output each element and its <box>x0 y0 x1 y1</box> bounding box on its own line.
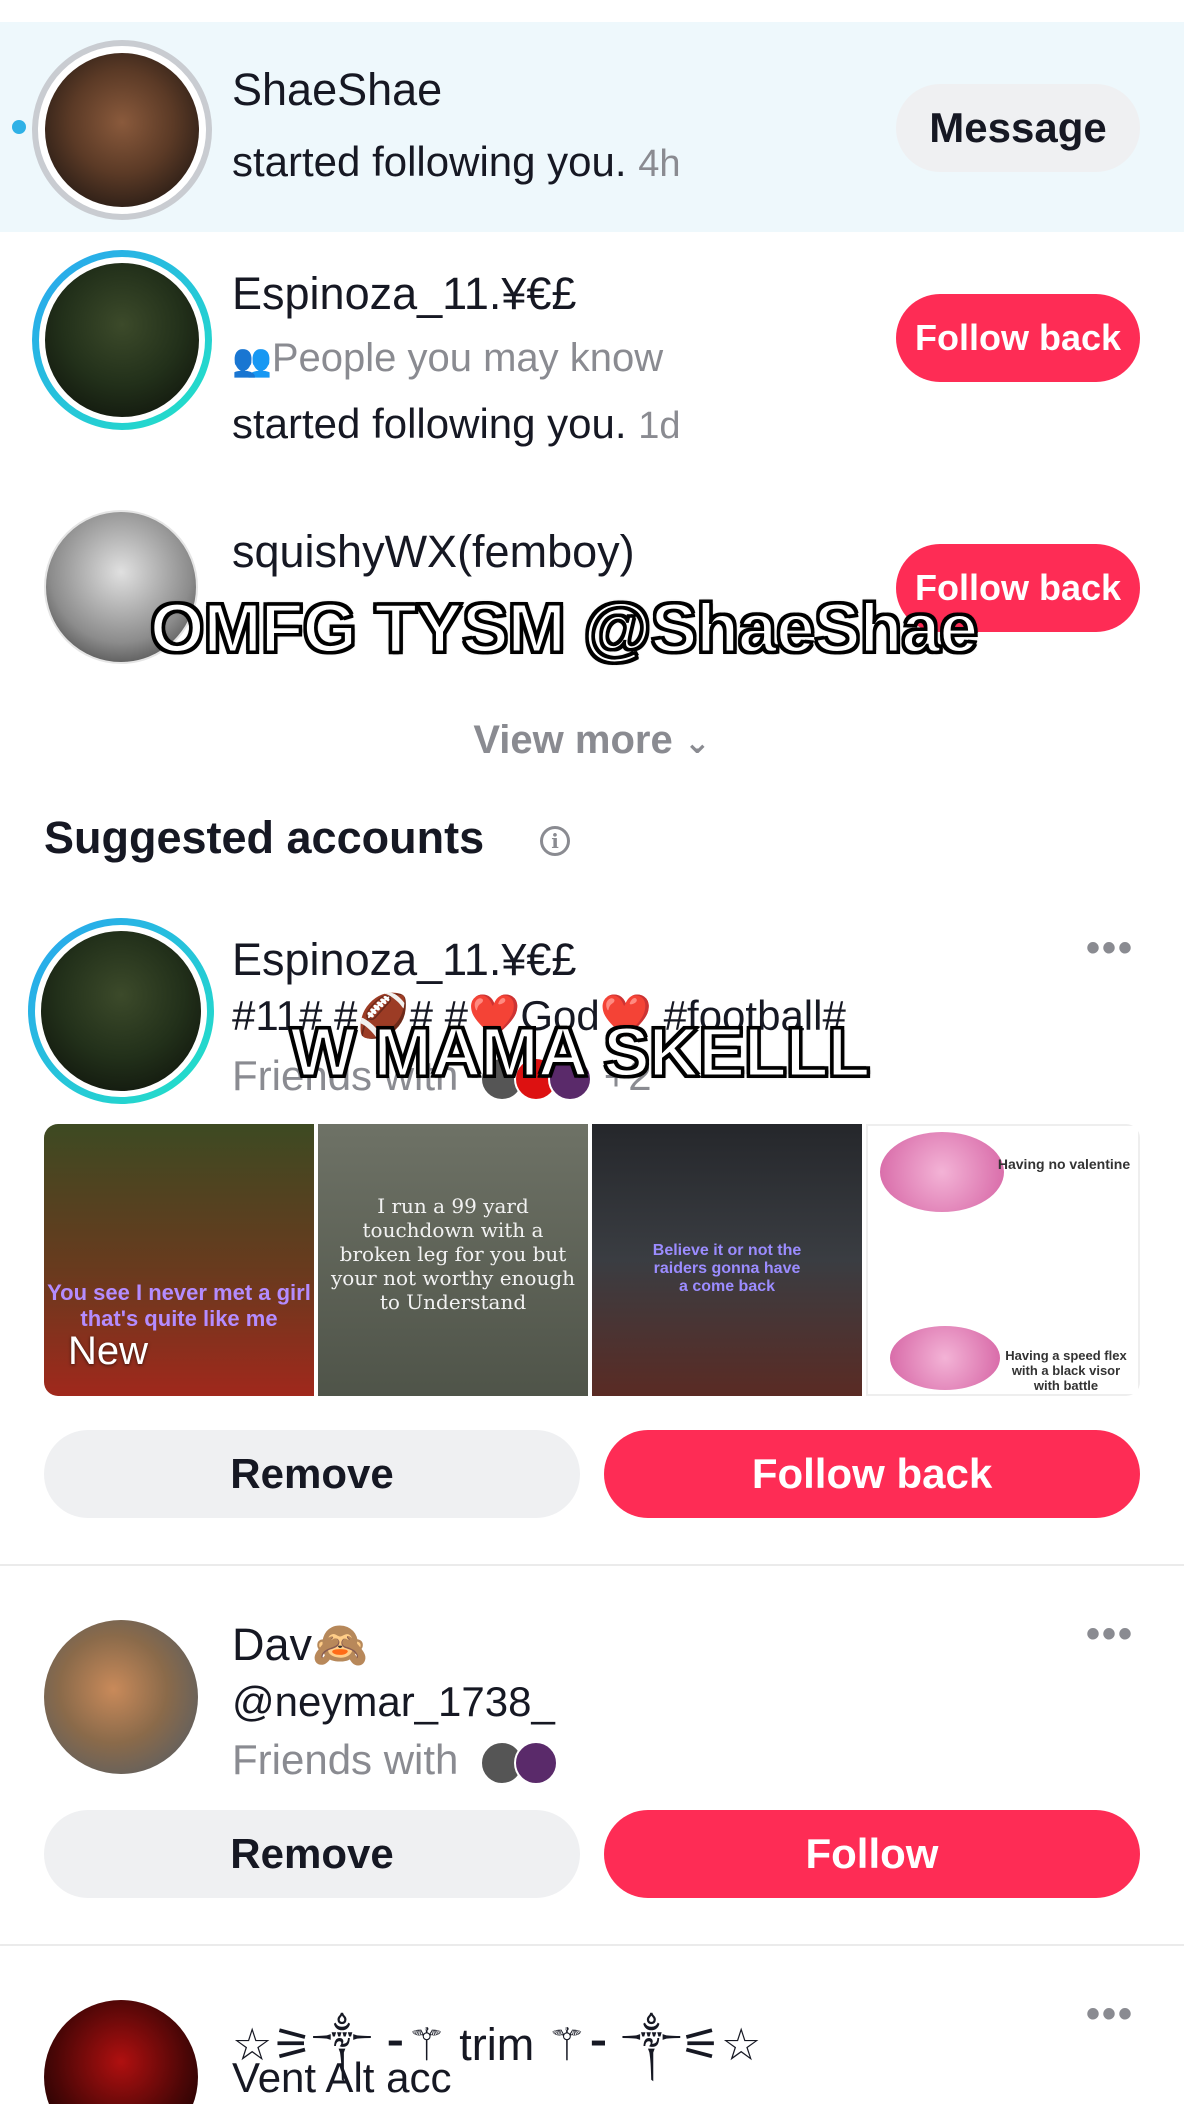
video-caption-overlay: W MAMA SKELLL <box>288 1012 871 1093</box>
meme-face-top <box>880 1132 1004 1212</box>
more-dots-icon[interactable]: ••• <box>1086 926 1134 971</box>
divider <box>0 1564 1184 1566</box>
more-dots-icon[interactable]: ••• <box>1086 1612 1134 1657</box>
thumbnail-caption: You see I never met a girl that's quite … <box>47 1280 311 1331</box>
video-thumbnail[interactable]: I run a 99 yard touchdown with a broken … <box>318 1124 588 1396</box>
chevron-down-icon: ⌄ <box>683 724 711 760</box>
notification-text: started following you. 1d <box>232 400 681 447</box>
timestamp: 4h <box>638 143 681 185</box>
video-thumbnails: You see I never met a girl that's quite … <box>44 1124 1140 1396</box>
context-label: 👥People you may know <box>232 336 664 380</box>
friends-with: Friends with <box>232 1736 559 1785</box>
video-thumbnail[interactable]: Having no valentine Having a speed flex … <box>866 1124 1140 1396</box>
username[interactable]: ShaeShae <box>232 64 442 116</box>
notification-espinoza[interactable]: Espinoza_11.¥€£ 👥People you may know sta… <box>0 232 1184 482</box>
avatar[interactable] <box>44 2000 198 2104</box>
thumbnail-caption: Having no valentine <box>997 1156 1131 1172</box>
more-dots-icon[interactable]: ••• <box>1086 1992 1134 2037</box>
view-more-link[interactable]: View more ⌄ <box>0 718 1184 763</box>
thumbnail-caption: Believe it or not the raiders gonna have… <box>652 1242 802 1295</box>
unread-dot <box>12 120 26 134</box>
info-icon[interactable]: i <box>540 826 570 856</box>
avatar[interactable] <box>32 40 212 220</box>
follow-back-button[interactable]: Follow back <box>896 294 1140 382</box>
divider <box>0 1944 1184 1946</box>
thumbnail-caption: I run a 99 yard touchdown with a broken … <box>330 1194 576 1314</box>
new-label: New <box>68 1329 149 1373</box>
timestamp: 1d <box>638 405 681 447</box>
notification-text: started following you. 4h <box>232 138 681 185</box>
username[interactable]: Dav🙈 <box>232 1618 368 1671</box>
message-button[interactable]: Message <box>896 84 1140 172</box>
handle: @neymar_1738_ <box>232 1678 555 1725</box>
follow-back-button[interactable]: Follow back <box>604 1430 1140 1518</box>
video-thumbnail[interactable]: Believe it or not the raiders gonna have… <box>592 1124 862 1396</box>
friend-avatar <box>514 1740 559 1785</box>
username[interactable]: Espinoza_11.¥€£ <box>232 934 576 986</box>
follow-button[interactable]: Follow <box>604 1810 1140 1898</box>
thumbnail-caption: Having a speed flex with a black visor w… <box>1005 1348 1127 1394</box>
remove-button[interactable]: Remove <box>44 1810 580 1898</box>
avatar[interactable] <box>32 250 212 430</box>
people-icon: 👥 <box>232 342 272 378</box>
notification-shaeshae[interactable]: ShaeShae started following you. 4h Messa… <box>0 22 1184 232</box>
username[interactable]: squishyWX(femboy) <box>232 526 635 578</box>
section-title: Suggested accounts <box>44 812 485 863</box>
video-caption-overlay: OMFG TYSM @ShaeShae <box>148 588 979 669</box>
bio: Vent Alt acc <box>232 2054 452 2101</box>
meme-face-bottom <box>890 1326 1000 1390</box>
video-thumbnail[interactable]: You see I never met a girl that's quite … <box>44 1124 314 1396</box>
avatar[interactable] <box>28 918 214 1104</box>
avatar[interactable] <box>44 1620 198 1774</box>
remove-button[interactable]: Remove <box>44 1430 580 1518</box>
username[interactable]: Espinoza_11.¥€£ <box>232 268 576 320</box>
